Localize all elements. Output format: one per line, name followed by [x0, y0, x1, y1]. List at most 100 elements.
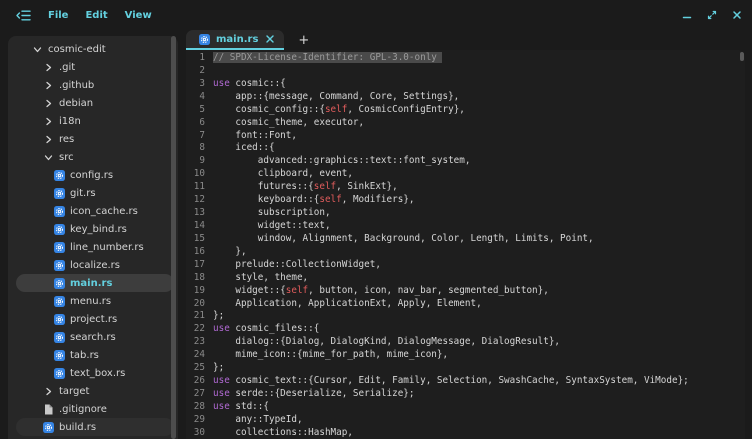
tab-close-icon[interactable]: [266, 35, 274, 43]
line-number: 11: [186, 181, 213, 194]
code-text: dialog::{Dialog, DialogKind, DialogMessa…: [213, 336, 745, 349]
chevron-right-icon: [43, 133, 54, 145]
line-number: 12: [186, 194, 213, 207]
code-line[interactable]: 13 subscription,: [186, 207, 745, 220]
code-line[interactable]: 6 cosmic_theme, executor,: [186, 117, 745, 130]
tree-item-config-rs[interactable]: config.rs: [8, 166, 178, 184]
code-line[interactable]: 19 widget::{self, button, icon, nav_bar,…: [186, 285, 745, 298]
code-line[interactable]: 11 futures::{self, SinkExt},: [186, 181, 745, 194]
code-line[interactable]: 14 widget::text,: [186, 220, 745, 233]
tree-item-text-box-rs[interactable]: text_box.rs: [8, 364, 178, 382]
code-line[interactable]: 29 any::TypeId,: [186, 414, 745, 427]
code-line[interactable]: 3use cosmic::{: [186, 78, 745, 91]
code-text: cosmic_config::{self, CosmicConfigEntry}…: [213, 104, 745, 117]
tree-item-key-bind-rs[interactable]: key_bind.rs: [8, 220, 178, 238]
code-text: use cosmic_text::{Cursor, Edit, Family, …: [213, 375, 745, 388]
code-text: },: [213, 246, 745, 259]
tree-item-project-rs[interactable]: project.rs: [8, 310, 178, 328]
tree-item--git[interactable]: .git: [8, 58, 178, 76]
code-text: mime_icon::{mime_for_path, mime_icon},: [213, 349, 745, 362]
code-line[interactable]: 18 style, theme,: [186, 272, 745, 285]
code-line[interactable]: 28use std::{: [186, 401, 745, 414]
code-text: widget::{self, button, icon, nav_bar, se…: [213, 285, 745, 298]
tab-label: main.rs: [216, 34, 258, 45]
tree-item-localize-rs[interactable]: localize.rs: [8, 256, 178, 274]
code-text: use cosmic_files::{: [213, 323, 745, 336]
tree-item-label: src: [59, 152, 74, 163]
tree-item-menu-rs[interactable]: menu.rs: [8, 292, 178, 310]
line-number: 17: [186, 259, 213, 272]
editor-scrollbar[interactable]: [740, 52, 744, 61]
code-line[interactable]: 15 window, Alignment, Background, Color,…: [186, 233, 745, 246]
selected-text: // SPDX-License-Identifier: GPL-3.0-only: [213, 52, 442, 63]
code-line[interactable]: 4 app::{message, Command, Core, Settings…: [186, 91, 745, 104]
code-line[interactable]: 20 Application, ApplicationExt, Apply, E…: [186, 298, 745, 311]
rust-file-icon: [199, 34, 210, 45]
tree-item-debian[interactable]: debian: [8, 94, 178, 112]
tree-item-search-rs[interactable]: search.rs: [8, 328, 178, 346]
line-number: 13: [186, 207, 213, 220]
code-line[interactable]: 23 dialog::{Dialog, DialogKind, DialogMe…: [186, 336, 745, 349]
tree-item-res[interactable]: res: [8, 130, 178, 148]
tree-item-git-rs[interactable]: git.rs: [8, 184, 178, 202]
code-line[interactable]: 12 keyboard::{self, Modifiers},: [186, 194, 745, 207]
tree-item-label: .gitignore: [59, 404, 107, 415]
line-number: 10: [186, 168, 213, 181]
code-text: any::TypeId,: [213, 414, 745, 427]
minimize-icon[interactable]: [681, 9, 693, 21]
tree-item-main-rs[interactable]: main.rs: [8, 274, 178, 292]
line-number: 4: [186, 91, 213, 104]
code-line[interactable]: 30 collections::HashMap,: [186, 427, 745, 439]
tree-item--gitignore[interactable]: .gitignore: [8, 400, 178, 418]
code-text: app::{message, Command, Core, Settings},: [213, 91, 745, 104]
code-line[interactable]: 10 clipboard, event,: [186, 168, 745, 181]
code-line[interactable]: 26use cosmic_text::{Cursor, Edit, Family…: [186, 375, 745, 388]
tree-item-build-rs[interactable]: build.rs: [8, 418, 178, 436]
rust-file-icon: [54, 349, 65, 361]
code-line[interactable]: 1// SPDX-License-Identifier: GPL-3.0-onl…: [186, 52, 745, 65]
code-line[interactable]: 24 mime_icon::{mime_for_path, mime_icon}…: [186, 349, 745, 362]
code-line[interactable]: 7 font::Font,: [186, 130, 745, 143]
code-line[interactable]: 8 iced::{: [186, 142, 745, 155]
line-number: 6: [186, 117, 213, 130]
tree-item-line-number-rs[interactable]: line_number.rs: [8, 238, 178, 256]
menu-edit[interactable]: Edit: [85, 10, 107, 21]
code-text: use std::{: [213, 401, 745, 414]
code-line[interactable]: 21};: [186, 310, 745, 323]
code-line[interactable]: 17 prelude::CollectionWidget,: [186, 259, 745, 272]
tree-item-cosmic-edit[interactable]: cosmic-edit: [8, 40, 178, 58]
chevron-right-icon: [43, 61, 54, 73]
tree-item-target[interactable]: target: [8, 382, 178, 400]
code-text: use cosmic::{: [213, 78, 745, 91]
code-text: subscription,: [213, 207, 745, 220]
tree-item-i18n[interactable]: i18n: [8, 112, 178, 130]
line-number: 15: [186, 233, 213, 246]
code-line[interactable]: 9 advanced::graphics::text::font_system,: [186, 155, 745, 168]
line-number: 19: [186, 285, 213, 298]
menu-view[interactable]: View: [125, 10, 152, 21]
tab-main-rs[interactable]: main.rs: [186, 30, 284, 50]
tree-item-src[interactable]: src: [8, 148, 178, 166]
code-line[interactable]: 16 },: [186, 246, 745, 259]
tree-item--github[interactable]: .github: [8, 76, 178, 94]
tree-item-icon-cache-rs[interactable]: icon_cache.rs: [8, 202, 178, 220]
close-icon[interactable]: [731, 9, 743, 21]
window-controls: [681, 0, 743, 30]
code-line[interactable]: 25};: [186, 362, 745, 375]
rust-file-icon: [54, 223, 65, 235]
sidebar-toggle-icon[interactable]: [16, 9, 31, 22]
tree-item-label: git.rs: [70, 188, 96, 199]
code-line[interactable]: 27use serde::{Deserialize, Serialize};: [186, 388, 745, 401]
sidebar-scrollbar[interactable]: [171, 36, 176, 439]
code-line[interactable]: 2: [186, 65, 745, 78]
code-text: keyboard::{self, Modifiers},: [213, 194, 745, 207]
tree-item-label: .git: [59, 62, 75, 73]
maximize-icon[interactable]: [706, 9, 718, 21]
menu-file[interactable]: File: [48, 10, 68, 21]
code-editor[interactable]: 1// SPDX-License-Identifier: GPL-3.0-onl…: [186, 50, 745, 439]
code-line[interactable]: 5 cosmic_config::{self, CosmicConfigEntr…: [186, 104, 745, 117]
file-icon: [43, 403, 54, 415]
tree-item-tab-rs[interactable]: tab.rs: [8, 346, 178, 364]
new-tab-button[interactable]: +: [296, 34, 311, 47]
code-line[interactable]: 22use cosmic_files::{: [186, 323, 745, 336]
